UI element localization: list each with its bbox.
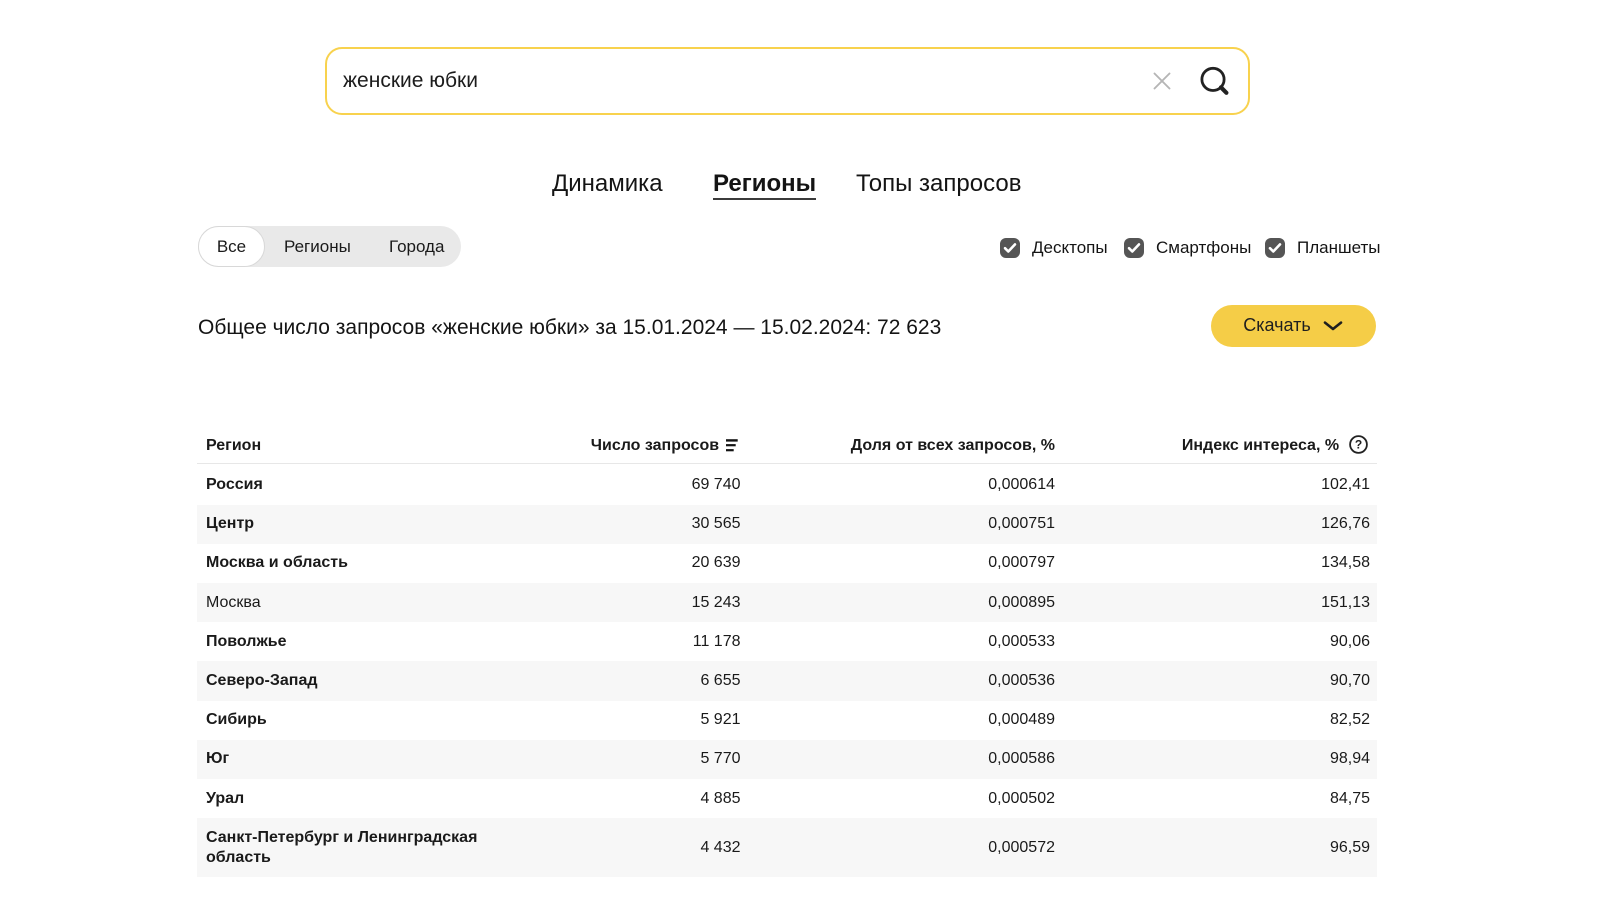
svg-text:?: ? (1354, 438, 1361, 452)
